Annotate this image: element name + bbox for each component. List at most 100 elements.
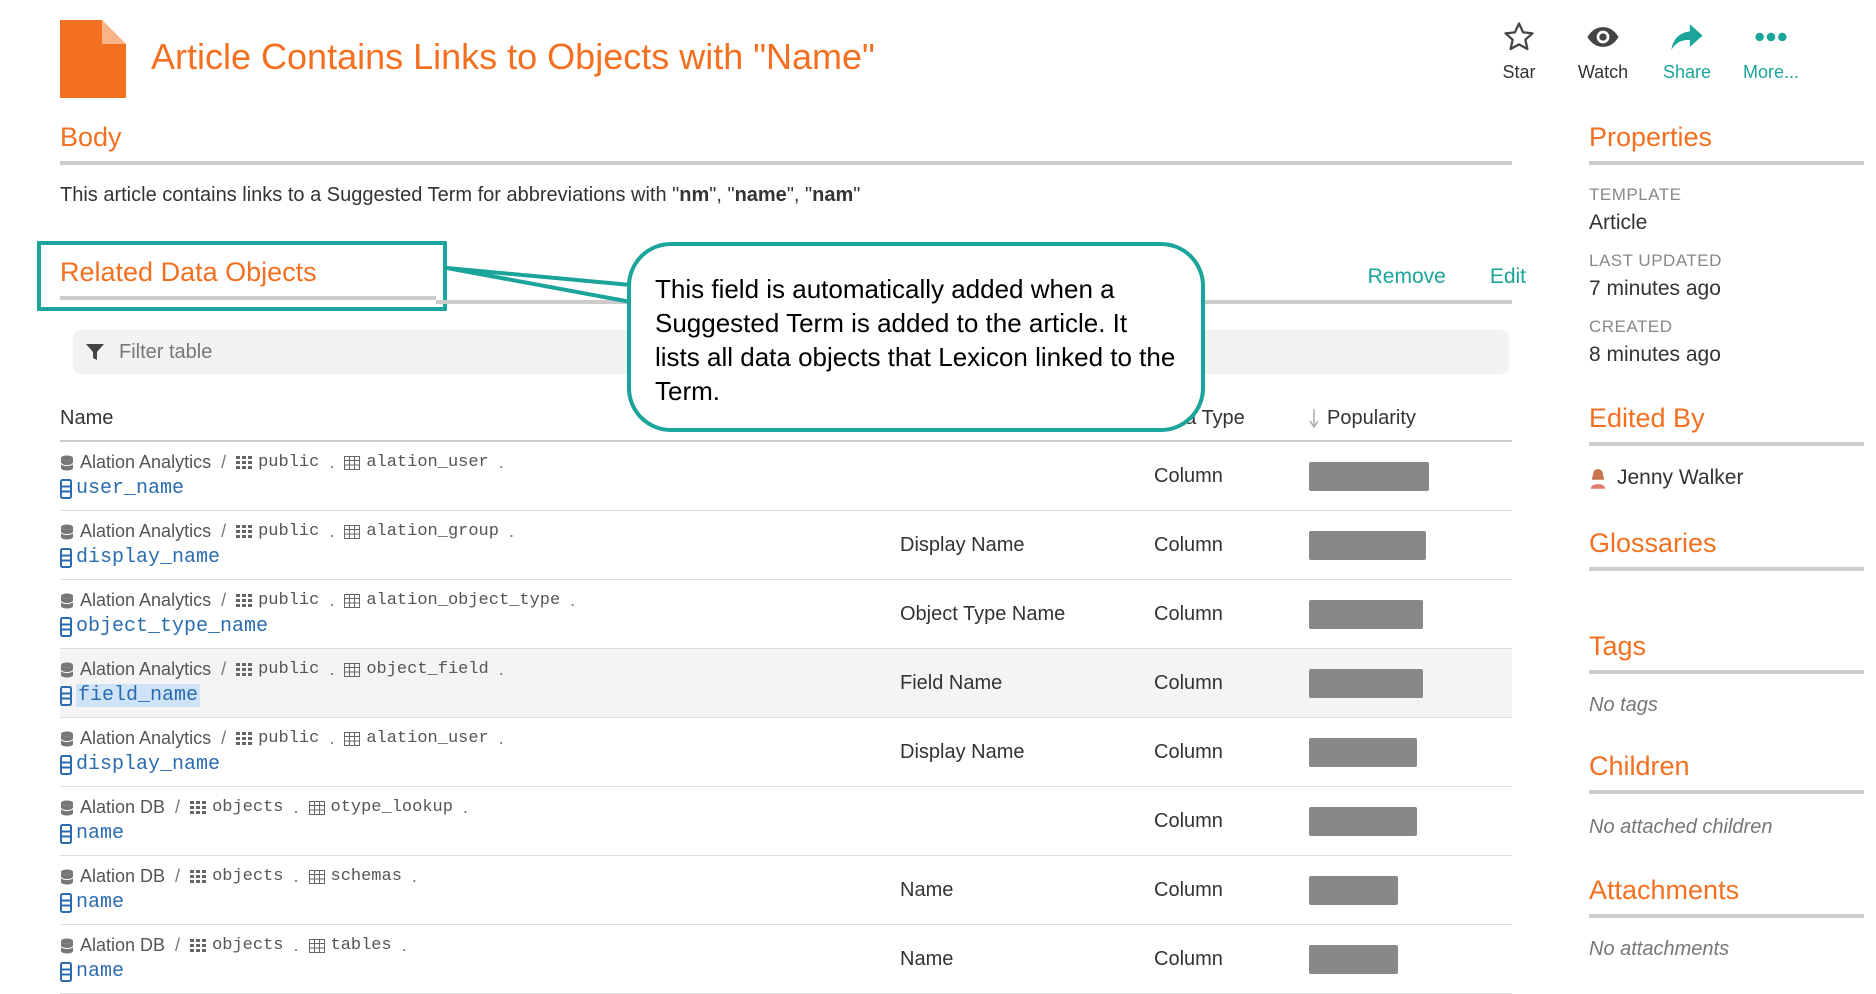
name-column-header[interactable]: Name	[60, 407, 113, 430]
watch-button[interactable]: Watch	[1578, 20, 1628, 83]
remove-link[interactable]: Remove	[1368, 265, 1446, 289]
schema-icon	[236, 455, 253, 469]
path-separator: .	[329, 728, 335, 748]
table-row[interactable]: Alation DB / objects. schemas. name Name Colum…	[60, 856, 1512, 925]
table-row[interactable]: Alation Analytics / public. alation_user. us…	[60, 442, 1512, 511]
table-icon	[344, 731, 361, 746]
column-icon	[60, 547, 72, 568]
object-path: Alation Analytics / public. alation_user.	[60, 728, 514, 749]
popularity-column-header[interactable]: Popularity	[1309, 407, 1416, 430]
eye-icon	[1587, 27, 1619, 47]
table-link[interactable]: alation_user	[366, 453, 488, 472]
column-link[interactable]: name	[60, 822, 124, 845]
object-path: Alation Analytics / public. object_field.	[60, 659, 514, 680]
column-link[interactable]: name	[60, 891, 124, 914]
body-text-suffix: "	[853, 184, 861, 206]
column-link[interactable]: object_type_name	[60, 615, 268, 638]
schema-link[interactable]: objects	[212, 936, 283, 955]
type-cell: Column	[1154, 810, 1223, 832]
table-icon	[308, 869, 325, 884]
abbr-nam: nam	[812, 184, 854, 206]
schema-icon	[190, 938, 207, 952]
source-link[interactable]: Alation Analytics	[80, 728, 211, 749]
title-cell: Display Name	[900, 534, 1025, 556]
title-cell: Field Name	[900, 672, 1003, 694]
schema-link[interactable]: public	[258, 453, 319, 472]
table-link[interactable]: alation_user	[366, 729, 488, 748]
popularity-bar	[1309, 669, 1423, 698]
column-link[interactable]: user_name	[60, 477, 184, 500]
table-link[interactable]: schemas	[331, 867, 402, 886]
last-updated-value: 7 minutes ago	[1589, 277, 1721, 300]
sidebar: Properties TEMPLATE Article LAST UPDATED…	[1589, 122, 1864, 961]
table-row[interactable]: Alation DB / objects. tables. name Name Column	[60, 925, 1512, 994]
type-cell: Column	[1154, 741, 1223, 763]
path-separator: .	[570, 590, 576, 610]
table-link[interactable]: tables	[331, 936, 392, 955]
schema-link[interactable]: public	[258, 522, 319, 541]
schema-link[interactable]: objects	[212, 867, 283, 886]
column-link[interactable]: field_name	[60, 684, 201, 707]
table-row[interactable]: Alation Analytics / public. alation_object_…	[60, 580, 1512, 649]
body-text-sep: ", "	[786, 184, 813, 206]
table-row[interactable]: Alation Analytics / public. object_field. fi…	[60, 649, 1512, 718]
column-icon	[60, 754, 72, 775]
source-link[interactable]: Alation DB	[80, 866, 165, 887]
table-link[interactable]: otype_lookup	[331, 798, 453, 817]
schema-icon	[190, 869, 207, 883]
more-button[interactable]: More...	[1743, 20, 1800, 83]
path-separator: /	[175, 935, 181, 955]
column-link[interactable]: display_name	[60, 753, 220, 776]
title-cell: Name	[900, 879, 954, 901]
star-icon	[1504, 22, 1534, 51]
object-path: Alation DB / objects. schemas.	[60, 866, 427, 887]
schema-link[interactable]: public	[258, 660, 319, 679]
source-link[interactable]: Alation Analytics	[80, 659, 211, 680]
table-link[interactable]: object_field	[366, 660, 488, 679]
avatar	[1590, 469, 1606, 489]
column-icon	[60, 685, 72, 706]
column-name: user_name	[76, 477, 185, 500]
source-link[interactable]: Alation Analytics	[80, 452, 211, 473]
table-row[interactable]: Alation Analytics / public. alation_user. di…	[60, 718, 1512, 787]
path-separator: .	[498, 728, 504, 748]
column-link[interactable]: name	[60, 960, 124, 983]
children-heading: Children	[1589, 751, 1864, 794]
path-separator: .	[329, 521, 335, 541]
column-name: object_type_name	[76, 615, 269, 638]
attachments-empty: No attachments	[1589, 938, 1730, 960]
table-row[interactable]: Alation DB / objects. otype_lookup. name Colu…	[60, 787, 1512, 856]
database-icon	[60, 731, 74, 746]
table-row[interactable]: Alation Analytics / public. alation_group. d…	[60, 511, 1512, 580]
column-link[interactable]: display_name	[60, 546, 220, 569]
tags-heading: Tags	[1589, 631, 1864, 674]
object-path: Alation Analytics / public. alation_object_…	[60, 590, 585, 611]
share-button[interactable]: Share	[1662, 20, 1712, 83]
table-link[interactable]: alation_group	[366, 522, 499, 541]
page-title: Article Contains Links to Objects with "…	[151, 36, 875, 77]
path-separator: .	[329, 659, 335, 679]
more-label: More...	[1743, 62, 1800, 82]
column-name: field_name	[76, 684, 201, 707]
source-link[interactable]: Alation Analytics	[80, 590, 211, 611]
source-link[interactable]: Alation Analytics	[80, 521, 211, 542]
last-updated-label: LAST UPDATED	[1589, 251, 1722, 270]
table-link[interactable]: alation_object_type	[366, 591, 560, 610]
path-separator: /	[221, 521, 227, 541]
path-separator: .	[498, 659, 504, 679]
related-heading: Related Data Objects	[60, 257, 436, 300]
callout-box: This field is automatically added when a…	[627, 242, 1205, 432]
edit-link[interactable]: Edit	[1490, 265, 1526, 289]
schema-link[interactable]: objects	[212, 798, 283, 817]
created-label: CREATED	[1589, 317, 1673, 336]
editor-item[interactable]: Jenny Walker	[1589, 466, 1864, 490]
source-link[interactable]: Alation DB	[80, 935, 165, 956]
star-button[interactable]: Star	[1494, 20, 1544, 83]
template-value: Article	[1589, 211, 1648, 234]
source-link[interactable]: Alation DB	[80, 797, 165, 818]
database-icon	[60, 800, 74, 815]
schema-link[interactable]: public	[258, 591, 319, 610]
schema-link[interactable]: public	[258, 729, 319, 748]
path-separator: .	[293, 797, 299, 817]
database-icon	[60, 524, 74, 539]
